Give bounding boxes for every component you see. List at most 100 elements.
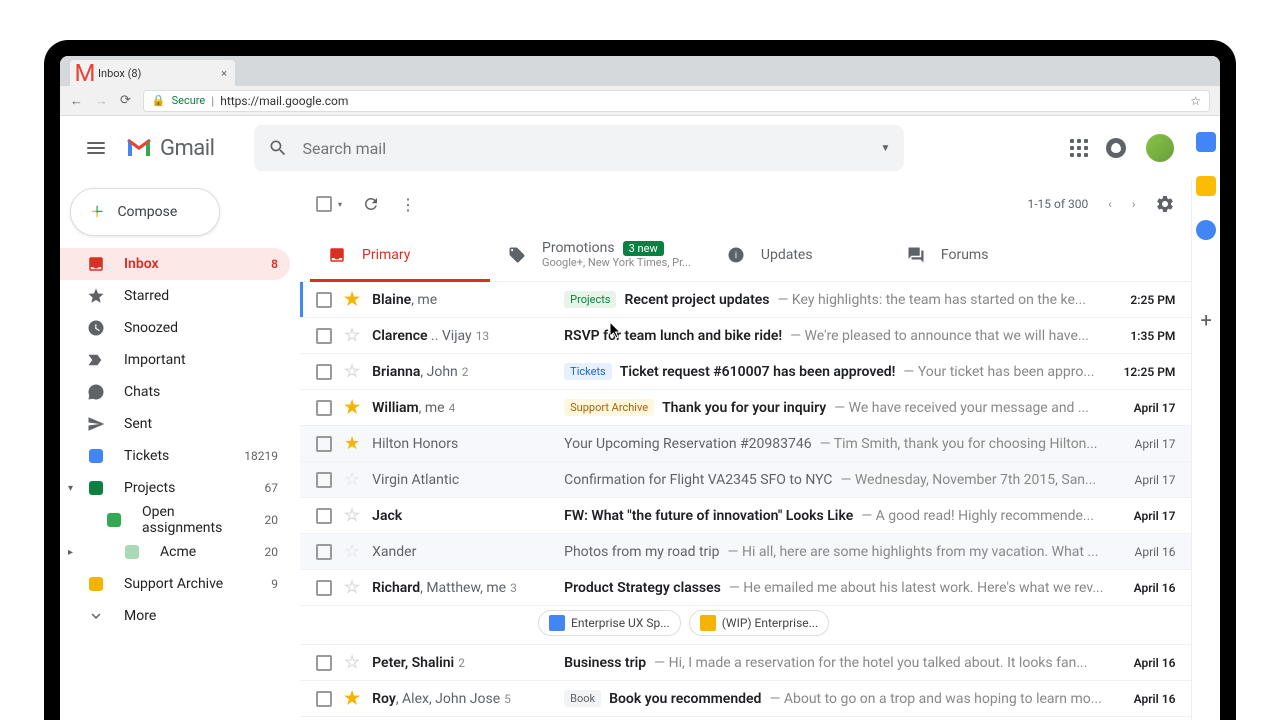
calendar-icon[interactable] (1196, 132, 1216, 152)
reload-icon[interactable]: ⟳ (120, 93, 131, 108)
message-checkbox[interactable] (316, 472, 332, 488)
prev-page-icon[interactable]: ‹ (1108, 197, 1112, 211)
message-row[interactable]: ☆Richard, Matthew, me3Product Strategy c… (300, 570, 1191, 606)
main-menu-button[interactable] (76, 128, 116, 168)
star-icon[interactable]: ☆ (344, 577, 360, 598)
message-date: 2:25 PM (1115, 293, 1175, 307)
product-name: Gmail (160, 136, 214, 161)
star-icon[interactable]: ☆ (344, 469, 360, 490)
sidebar-item-chats[interactable]: Chats (60, 376, 290, 408)
message-checkbox[interactable] (316, 436, 332, 452)
message-row[interactable]: ☆XanderPhotos from my road tripHi all, h… (300, 534, 1191, 570)
message-checkbox[interactable] (316, 580, 332, 596)
keep-icon[interactable] (1196, 176, 1216, 196)
message-checkbox[interactable] (316, 655, 332, 671)
message-checkbox[interactable] (316, 508, 332, 524)
message-subject: Business trip (564, 655, 646, 671)
star-icon[interactable]: ★ (344, 688, 360, 709)
tasks-icon[interactable] (1196, 220, 1216, 240)
message-row[interactable]: ★Roy, Alex, John Jose5BookBook you recom… (300, 681, 1191, 717)
attachment-chip[interactable]: Enterprise UX Sp... (538, 610, 681, 636)
star-icon[interactable]: ★ (344, 397, 360, 418)
settings-gear-icon[interactable] (1155, 194, 1175, 214)
sidebar-item-important[interactable]: Important (60, 344, 290, 376)
sidebar-item-more[interactable]: More (60, 600, 290, 632)
message-row[interactable]: ★William, me4Support ArchiveThank you fo… (300, 390, 1191, 426)
sidebar-item-support-archive[interactable]: Support Archive 9 (60, 568, 290, 600)
back-icon[interactable]: ← (70, 93, 83, 109)
sidebar-item-inbox[interactable]: Inbox8 (60, 248, 290, 280)
sidebar-item-count: 9 (271, 577, 278, 591)
message-sender: Clarence .. Vijay13 (372, 328, 552, 344)
message-sender: Xander (372, 544, 552, 560)
message-row[interactable]: ★Hilton HonorsYour Upcoming Reservation … (300, 426, 1191, 462)
star-icon[interactable]: ★ (344, 433, 360, 454)
sidebar-item-starred[interactable]: Starred (60, 280, 290, 312)
notifications-icon[interactable] (1106, 138, 1126, 158)
message-checkbox[interactable] (316, 544, 332, 560)
forward-icon[interactable]: → (95, 93, 108, 109)
sidebar-item-sent[interactable]: Sent (60, 408, 290, 440)
sidebar-item-label: Support Archive (124, 576, 253, 592)
message-checkbox[interactable] (316, 691, 332, 707)
message-sender: Hilton Honors (372, 436, 552, 452)
more-icon[interactable]: ⋮ (400, 195, 416, 214)
tab-updates[interactable]: iUpdates (709, 228, 889, 281)
tab-primary[interactable]: Primary (310, 228, 490, 281)
bookmark-star-icon[interactable]: ☆ (1190, 94, 1201, 108)
sidebar-item-count: 20 (265, 545, 279, 559)
select-all-checkbox[interactable] (316, 196, 332, 212)
message-checkbox[interactable] (316, 328, 332, 344)
message-date: April 16 (1115, 581, 1175, 595)
message-row[interactable]: ☆Brianna, John2TicketsTicket request #61… (300, 354, 1191, 390)
refresh-icon[interactable] (362, 195, 380, 213)
promo-icon (508, 246, 526, 264)
gmail-favicon-icon: M (78, 66, 92, 80)
message-row[interactable]: ☆Peter, Shalini2Business tripHi, I made … (300, 645, 1191, 681)
message-row[interactable]: ☆JackFW: What "the future of innovation"… (300, 498, 1191, 534)
star-icon[interactable]: ☆ (344, 652, 360, 673)
message-row[interactable]: ☆Clarence .. Vijay13RSVP for team lunch … (300, 318, 1191, 354)
message-checkbox[interactable] (316, 400, 332, 416)
apps-launcher-icon[interactable] (1070, 139, 1088, 157)
search-input[interactable] (302, 139, 866, 158)
message-snippet: Tim Smith, thank you for choosing Hilton… (820, 436, 1098, 452)
send-icon (87, 415, 105, 433)
tab-forums[interactable]: Forums (889, 228, 1069, 281)
star-icon[interactable]: ☆ (344, 505, 360, 526)
search-options-icon[interactable]: ▼ (881, 143, 891, 154)
expand-icon[interactable]: ▾ (68, 483, 73, 494)
sidebar-item-tickets[interactable]: Tickets18219 (60, 440, 290, 472)
message-row[interactable]: ☆Virgin AtlanticConfirmation for Flight … (300, 462, 1191, 498)
sidebar-item-acme[interactable]: ▸Acme20 (60, 536, 290, 568)
app-header: Gmail ▼ (60, 116, 1192, 180)
tab-promotions[interactable]: Promotions3 newGoogle+, New York Times, … (490, 228, 709, 281)
compose-button[interactable]: + Compose (70, 188, 220, 236)
browser-tab[interactable]: M Inbox (8) × (70, 60, 235, 86)
sidebar-item-open-assignments[interactable]: Open assignments20 (60, 504, 290, 536)
star-icon[interactable]: ☆ (344, 361, 360, 382)
select-dropdown-icon[interactable]: ▾ (338, 200, 342, 209)
message-row[interactable]: ★Blaine, meProjectsRecent project update… (300, 282, 1191, 318)
add-icon[interactable]: + (1201, 308, 1212, 332)
star-icon[interactable]: ☆ (344, 325, 360, 346)
star-icon[interactable]: ★ (344, 289, 360, 310)
attachment-chip[interactable]: (WIP) Enterprise... (689, 610, 829, 636)
message-subject: Recent project updates (624, 292, 769, 308)
message-checkbox[interactable] (316, 292, 332, 308)
message-date: April 17 (1115, 509, 1175, 523)
close-tab-icon[interactable]: × (221, 67, 227, 80)
message-label: Projects (564, 291, 616, 308)
star-icon[interactable]: ☆ (344, 541, 360, 562)
expand-icon[interactable]: ▸ (68, 547, 73, 558)
search-box[interactable]: ▼ (254, 125, 904, 171)
important-icon (87, 351, 105, 369)
next-page-icon[interactable]: › (1132, 197, 1136, 211)
account-avatar[interactable] (1144, 132, 1176, 164)
gmail-logo[interactable]: Gmail (126, 136, 214, 161)
sidebar-item-snoozed[interactable]: Snoozed (60, 312, 290, 344)
sidebar-item-projects[interactable]: ▾Projects67 (60, 472, 290, 504)
message-checkbox[interactable] (316, 364, 332, 380)
tab-label: Updates (761, 247, 813, 263)
url-field[interactable]: 🔒 Secure | https://mail.google.com ☆ (143, 90, 1210, 112)
